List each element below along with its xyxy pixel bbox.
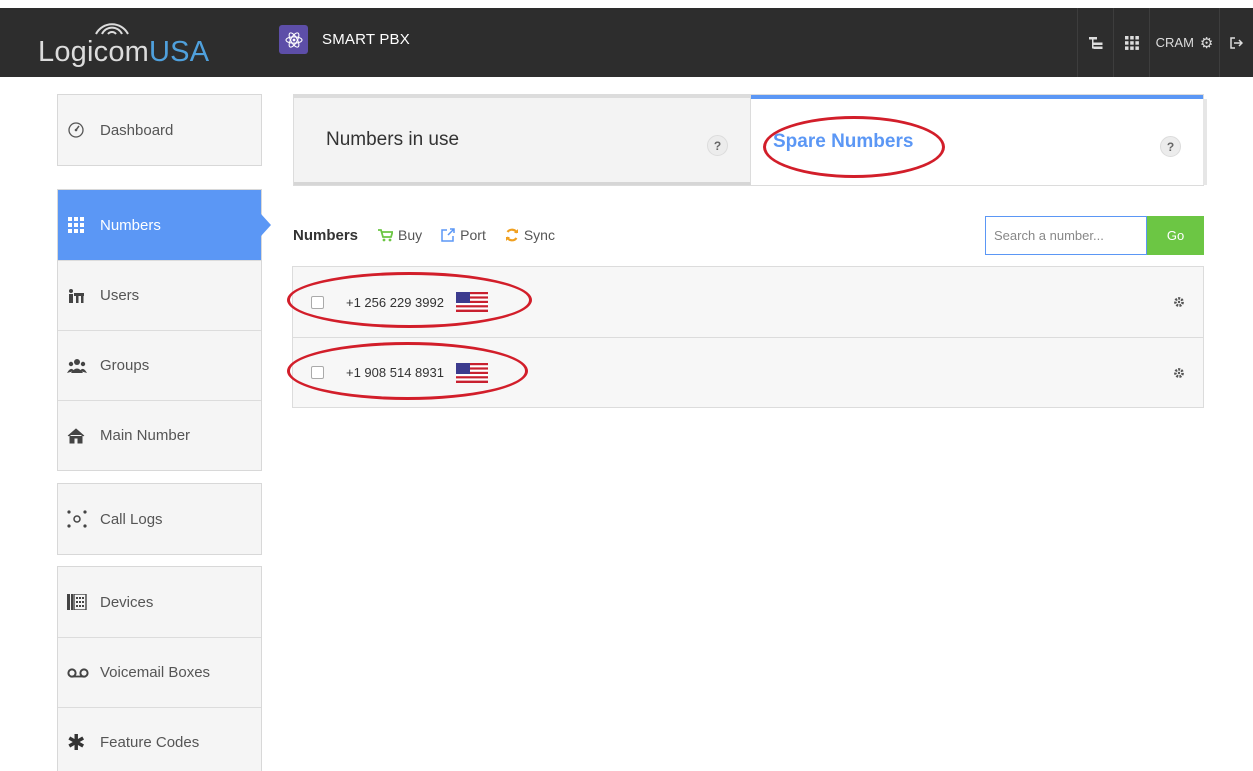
top-bar: LogicomUSA SMART PBX CRAM ⚙ <box>0 0 1253 77</box>
go-button[interactable]: Go <box>1147 216 1204 255</box>
sidebar-item-devices[interactable]: Devices <box>58 567 261 637</box>
sidebar-group-dashboard: Dashboard <box>57 94 262 166</box>
list-item: +1 908 514 8931 <box>293 337 1203 407</box>
sidebar-item-label: Groups <box>100 357 150 374</box>
sidebar-item-call-logs[interactable]: Call Logs <box>58 484 261 554</box>
us-flag-icon <box>455 362 488 383</box>
numbers-toolbar: Numbers Buy Port Sync <box>293 220 574 250</box>
port-button[interactable]: Port <box>441 227 486 243</box>
numbers-list: +1 256 229 3992 +1 908 514 8931 <box>292 266 1204 408</box>
sidebar-item-label: Feature Codes <box>100 734 200 751</box>
buy-label: Buy <box>398 227 423 243</box>
grid-icon <box>67 216 93 234</box>
sync-button[interactable]: Sync <box>505 227 555 243</box>
logout-button[interactable] <box>1219 8 1253 77</box>
number-search: Go <box>985 216 1204 255</box>
search-input[interactable] <box>985 216 1147 255</box>
sidebar-item-groups[interactable]: Groups <box>58 330 261 400</box>
groups-icon <box>67 358 93 374</box>
gears-icon: ⚙ <box>1199 34 1214 52</box>
top-right-controls: CRAM ⚙ <box>1077 8 1253 77</box>
app-name[interactable]: SMART PBX <box>322 31 410 48</box>
app-atom-icon[interactable] <box>279 25 308 54</box>
sidebar-item-label: Dashboard <box>100 121 174 139</box>
tree-icon <box>1088 36 1102 49</box>
cart-icon <box>378 228 394 241</box>
sidebar-item-label: Voicemail Boxes <box>100 664 211 681</box>
devices-icon <box>67 594 93 610</box>
dashboard-icon <box>67 121 93 139</box>
tab-spare-numbers[interactable]: Spare Numbers ? <box>751 95 1207 185</box>
tab-numbers-in-use[interactable]: Numbers in use ? <box>294 95 751 185</box>
sidebar-item-numbers[interactable]: Numbers <box>58 190 271 260</box>
list-item: +1 256 229 3992 <box>293 267 1203 337</box>
call-logs-icon <box>67 510 93 528</box>
sidebar-item-users[interactable]: Users <box>58 260 261 330</box>
voicemail-icon <box>67 667 93 679</box>
us-flag-icon <box>455 292 488 312</box>
sidebar-item-label: Call Logs <box>100 510 163 528</box>
external-link-icon <box>441 228 455 242</box>
user-label: CRAM <box>1155 35 1194 50</box>
toolbar-title: Numbers <box>293 226 359 244</box>
sync-label: Sync <box>523 227 555 243</box>
sidebar-item-label: Main Number <box>100 427 191 444</box>
row-settings-icon[interactable] <box>1173 366 1185 384</box>
sidebar-item-feature-codes[interactable]: ✱ Feature Codes <box>58 707 261 771</box>
user-menu[interactable]: CRAM ⚙ <box>1149 8 1219 77</box>
logo-text-main: Logicom <box>38 36 150 68</box>
sidebar-item-label: Devices <box>100 593 154 611</box>
sidebar-item-label: Users <box>100 287 140 304</box>
apps-button[interactable] <box>1113 8 1149 77</box>
sidebar-item-main-number[interactable]: Main Number <box>58 400 261 470</box>
tab-edge <box>1203 99 1207 185</box>
sidebar-group-devices: Devices Voicemail Boxes ✱ Feature Codes <box>57 566 262 771</box>
sync-icon <box>505 228 518 242</box>
users-icon <box>67 288 93 304</box>
tab-label: Numbers in use <box>326 129 460 150</box>
wifi-logo-icon <box>95 23 129 35</box>
asterisk-icon: ✱ <box>67 729 86 755</box>
logo-text-accent: USA <box>149 36 210 68</box>
home-icon <box>67 427 93 444</box>
number-tabs: Numbers in use ? Spare Numbers ? <box>293 94 1207 186</box>
apps-grid-icon <box>1124 35 1139 50</box>
sidebar-item-label: Numbers <box>100 216 161 234</box>
row-settings-icon[interactable] <box>1173 295 1185 313</box>
tree-view-button[interactable] <box>1077 8 1113 77</box>
buy-button[interactable]: Buy <box>378 227 422 243</box>
top-strip <box>0 0 1253 8</box>
help-icon[interactable]: ? <box>1160 136 1181 157</box>
phone-number: +1 908 514 8931 <box>346 365 444 380</box>
port-label: Port <box>460 227 486 243</box>
phone-number: +1 256 229 3992 <box>346 294 444 310</box>
sidebar-item-dashboard[interactable]: Dashboard <box>58 95 261 165</box>
sidebar-item-voicemail-boxes[interactable]: Voicemail Boxes <box>58 637 261 707</box>
logout-icon <box>1230 36 1243 49</box>
sidebar-group-numbers: Numbers Users Groups Main Number <box>57 189 271 471</box>
sidebar-group-call-logs: Call Logs <box>57 483 262 555</box>
tab-label: Spare Numbers <box>773 131 914 152</box>
logo-text: LogicomUSA <box>38 36 209 69</box>
row-checkbox[interactable] <box>311 295 324 309</box>
row-checkbox[interactable] <box>311 366 324 379</box>
help-icon[interactable]: ? <box>707 135 728 156</box>
